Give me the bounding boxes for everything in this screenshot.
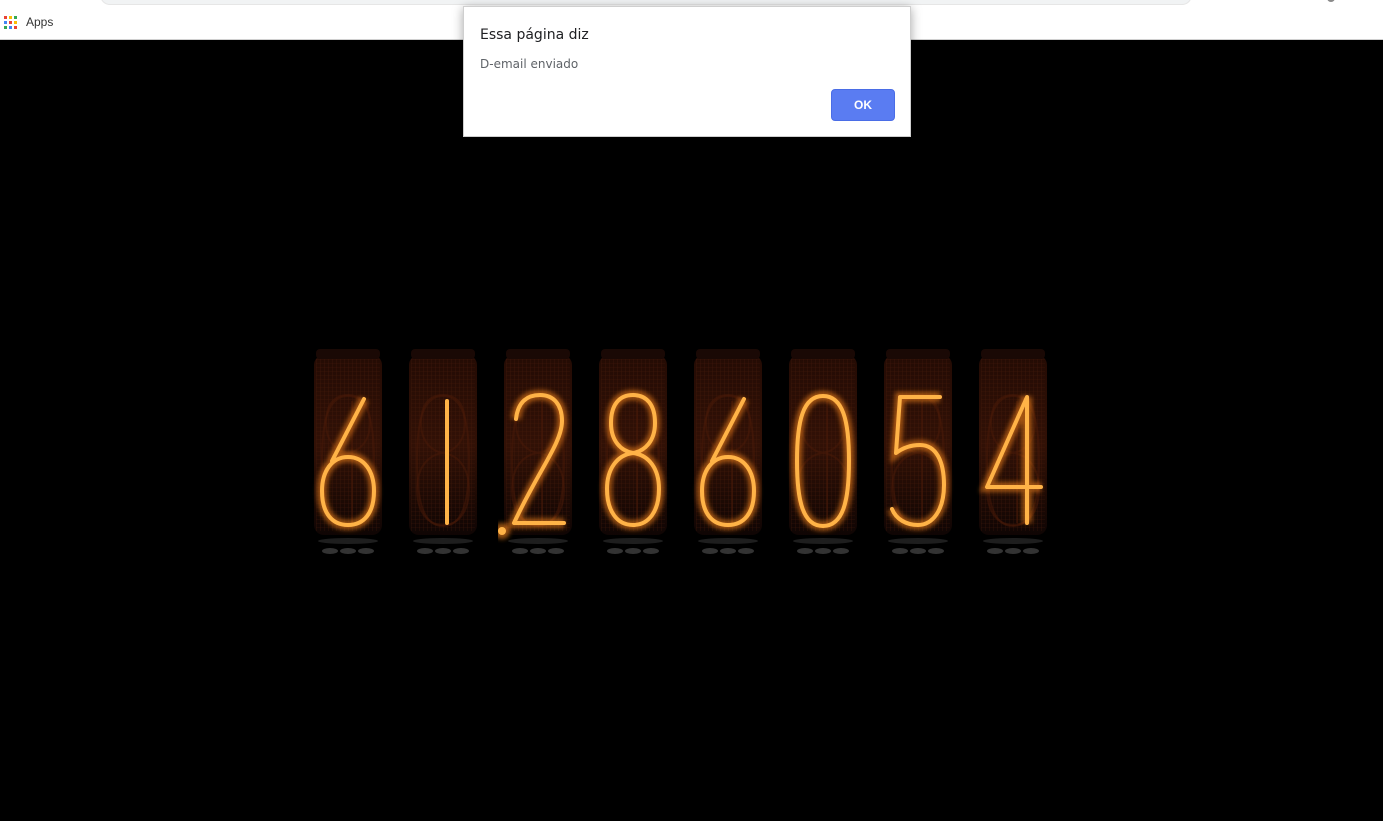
nixie-tube: [498, 315, 578, 565]
nixie-tube: [593, 315, 673, 565]
profile-icon[interactable]: [1327, 0, 1335, 2]
nixie-tube: [878, 315, 958, 565]
apps-label: Apps: [26, 15, 54, 29]
address-bar[interactable]: [100, 0, 1192, 5]
page-content: [0, 41, 1383, 821]
alert-title: Essa página diz: [480, 27, 589, 43]
apps-shortcut-button[interactable]: Apps: [4, 12, 53, 32]
decimal-point: [498, 527, 506, 535]
alert-message: D-email enviado: [480, 57, 579, 71]
nixie-tube: [973, 315, 1053, 565]
nixie-tube: [688, 315, 768, 565]
nixie-tube-display: [308, 315, 1060, 565]
nixie-tube: [403, 315, 483, 565]
nixie-tube: [783, 315, 863, 565]
alert-dialog: Essa página diz D-email enviado OK: [463, 6, 911, 137]
ok-button[interactable]: OK: [831, 89, 895, 121]
apps-grid-icon: [4, 15, 17, 29]
nixie-tube: [308, 315, 388, 565]
